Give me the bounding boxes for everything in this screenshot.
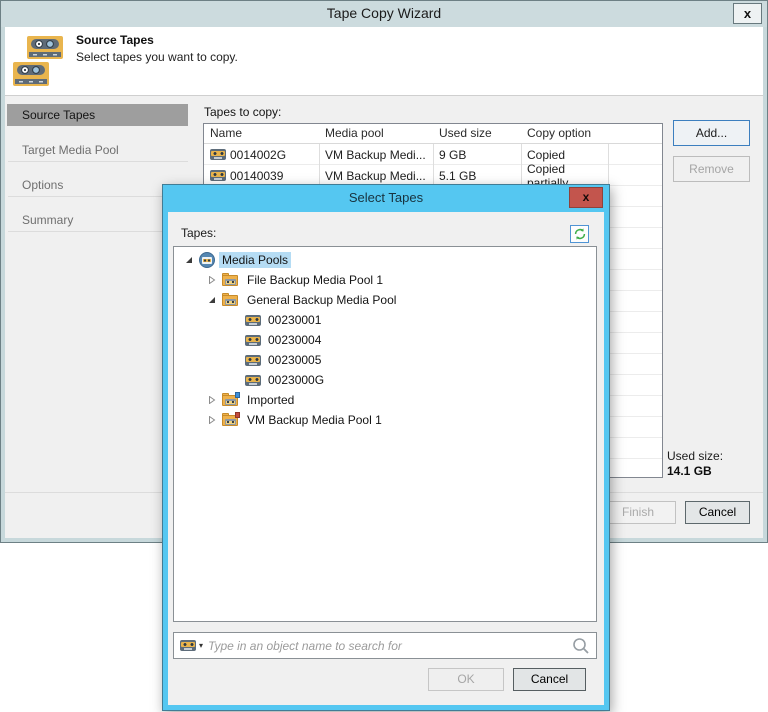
screen: Tape Copy Wizard x Source Tapes Select t…: [0, 0, 768, 712]
tree-item-imported[interactable]: Imported: [174, 390, 596, 410]
sidebar-divider: [8, 161, 188, 162]
cell-used-size: 5.1 GB: [439, 168, 477, 183]
dialog-close-button[interactable]: x: [569, 187, 603, 208]
used-size-value: 14.1 GB: [667, 464, 712, 478]
sidebar-divider: [8, 231, 188, 232]
tree-item-tape[interactable]: 0023000G: [174, 370, 596, 390]
cell-copy-option: Copied: [527, 147, 566, 162]
wizard-title: Tape Copy Wizard: [326, 5, 442, 21]
sidebar-divider: [8, 196, 188, 197]
cell-used-size: 9 GB: [439, 147, 467, 162]
tree-item-label: General Backup Media Pool: [247, 293, 397, 307]
table-row[interactable]: 00140039 VM Backup Medi... 5.1 GB Copied…: [204, 162, 662, 190]
chevron-down-icon[interactable]: ▾: [199, 641, 203, 650]
tree-item-label: File Backup Media Pool 1: [247, 273, 384, 287]
sidebar-item-summary[interactable]: Summary: [22, 213, 182, 228]
wizard-cancel-button[interactable]: Cancel: [685, 501, 750, 524]
sidebar-item-options[interactable]: Options: [22, 178, 182, 193]
tape-icon: [210, 149, 226, 160]
cell-name: 00140039: [230, 168, 284, 183]
collapsed-expander-icon[interactable]: [205, 396, 218, 404]
sidebar-item-source-tapes[interactable]: Source Tapes: [7, 104, 188, 126]
tape-icon: [210, 170, 226, 181]
vm-media-pool-folder-icon: [222, 412, 240, 427]
banner-step-title: Source Tapes: [76, 33, 154, 47]
search-icon[interactable]: [572, 637, 590, 655]
tree-item-tape[interactable]: 00230005: [174, 350, 596, 370]
column-header-copy-option[interactable]: Copy option: [521, 124, 608, 143]
tape-cassette-icon: [13, 62, 49, 86]
tapes-to-copy-label: Tapes to copy:: [204, 105, 282, 119]
collapsed-expander-icon[interactable]: [205, 276, 218, 284]
tape-icon: [245, 374, 261, 386]
tape-icon: [245, 334, 261, 346]
tree-item-label: Media Pools: [219, 252, 292, 268]
media-pools-root-icon: [199, 252, 215, 268]
refresh-button[interactable]: [570, 225, 589, 243]
tape-cassette-icon: [27, 36, 63, 59]
finish-button[interactable]: Finish: [600, 501, 676, 524]
tree-item-label: VM Backup Media Pool 1: [247, 413, 382, 427]
dialog-cancel-button[interactable]: Cancel: [513, 668, 586, 691]
tree-item-vm-backup-media-pool[interactable]: VM Backup Media Pool 1: [174, 410, 596, 430]
banner-step-subtitle: Select tapes you want to copy.: [76, 50, 238, 64]
search-scope-tape-icon[interactable]: [180, 640, 196, 651]
collapsed-expander-icon[interactable]: [205, 416, 218, 424]
refresh-icon: [574, 228, 585, 240]
search-input[interactable]: [206, 637, 569, 654]
ok-button[interactable]: OK: [428, 668, 504, 691]
tree-item-label: 00230004: [268, 333, 322, 347]
tree-item-file-backup-media-pool[interactable]: File Backup Media Pool 1: [174, 270, 596, 290]
tree-item-label: 0023000G: [268, 373, 325, 387]
tree-item-media-pools[interactable]: Media Pools: [174, 250, 596, 270]
tapes-label: Tapes:: [181, 226, 217, 240]
remove-button[interactable]: Remove: [673, 156, 750, 182]
column-header-used-size[interactable]: Used size: [433, 124, 521, 143]
wizard-close-button[interactable]: x: [733, 3, 762, 24]
search-bar: ▾: [173, 632, 597, 659]
dialog-body: Tapes: Media Pools File Backup Media Poo…: [168, 212, 604, 705]
tape-icon: [245, 314, 261, 326]
add-button[interactable]: Add...: [673, 120, 750, 146]
tree-item-general-backup-media-pool[interactable]: General Backup Media Pool: [174, 290, 596, 310]
media-pool-folder-icon: [222, 273, 240, 287]
imported-media-pool-folder-icon: [222, 392, 240, 407]
tree-item-tape[interactable]: 00230004: [174, 330, 596, 350]
expanded-expander-icon[interactable]: [182, 256, 195, 264]
tapes-tree: Media Pools File Backup Media Pool 1 Gen…: [173, 246, 597, 622]
table-header: Name Media pool Used size Copy option: [204, 124, 662, 144]
sidebar-item-target-media-pool[interactable]: Target Media Pool: [22, 143, 182, 158]
tree-item-label: Imported: [247, 393, 295, 407]
column-header-name[interactable]: Name: [204, 124, 319, 143]
media-pool-folder-icon: [222, 293, 240, 307]
dialog-title: Select Tapes: [348, 190, 424, 205]
cell-name: 0014002G: [230, 147, 287, 162]
select-tapes-dialog: Select Tapes x Tapes: Media Pools File B…: [162, 184, 610, 711]
tree-item-label: 00230001: [268, 313, 322, 327]
used-size-label: Used size:: [667, 449, 724, 463]
tree-item-tape[interactable]: 00230001: [174, 310, 596, 330]
tree-item-label: 00230005: [268, 353, 322, 367]
cell-media-pool: VM Backup Medi...: [325, 168, 426, 183]
tape-icon: [245, 354, 261, 366]
cell-media-pool: VM Backup Medi...: [325, 147, 426, 162]
expanded-expander-icon[interactable]: [205, 296, 218, 304]
column-header-media-pool[interactable]: Media pool: [319, 124, 433, 143]
